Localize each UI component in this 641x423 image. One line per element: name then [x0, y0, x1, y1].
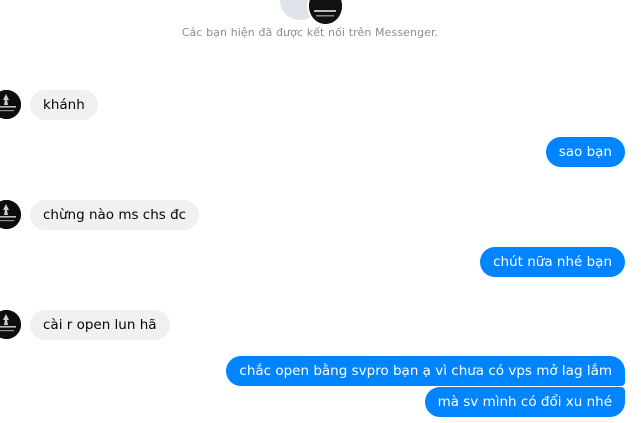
outgoing-message[interactable]: mà sv mình có đổi xu nhé: [424, 387, 625, 417]
incoming-message[interactable]: chừng nào ms chs đc: [30, 200, 200, 230]
connected-notice: Các bạn hiện đã được kết nối trên Messen…: [181, 26, 439, 39]
outgoing-message[interactable]: sao bạn: [545, 137, 625, 167]
contact-avatar-icon[interactable]: [0, 310, 21, 339]
header-avatar-icon: [307, 0, 344, 26]
incoming-message[interactable]: khánh: [30, 90, 98, 120]
outgoing-message[interactable]: chắc open bằng svpro bạn ạ vì chưa có vp…: [226, 356, 625, 386]
contact-avatar-icon[interactable]: [0, 200, 21, 229]
outgoing-message[interactable]: chút nữa nhé bạn: [480, 247, 625, 277]
chat-thread: Các bạn hiện đã được kết nối trên Messen…: [0, 0, 641, 423]
contact-avatar-icon[interactable]: [0, 90, 21, 119]
incoming-message[interactable]: cài r open lun hã: [30, 310, 170, 340]
